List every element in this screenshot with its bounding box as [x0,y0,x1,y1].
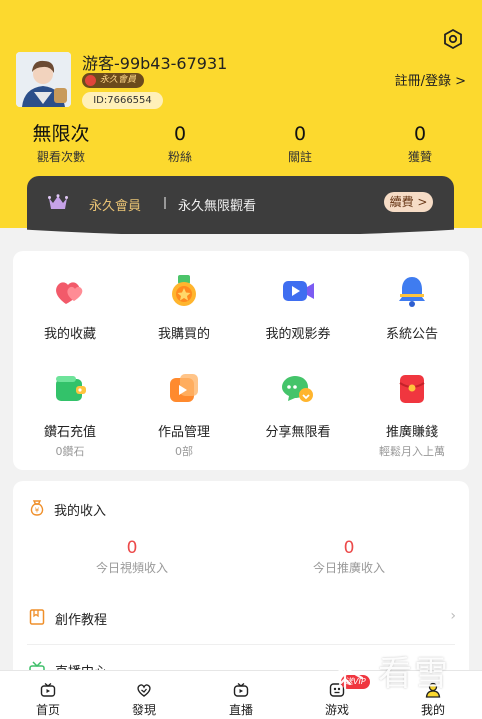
crown-icon [48,194,68,209]
stat-value: 0 [413,123,427,145]
stat-value: 0 [293,123,307,145]
stat-fans[interactable]: 0 粉絲 [125,122,235,165]
user-id-badge: ID:7666554 [82,92,163,109]
header-curve [0,228,482,238]
income-title: 我的收入 [54,504,107,519]
vip-badge-icon [85,75,96,86]
stat-value: 無限次 [32,123,90,145]
grid-item-share[interactable]: 分享無限看 [241,371,355,440]
tab-label: 首页 [35,703,60,717]
tab-label: 游戏 [324,703,349,717]
grid-item-sub: 0鑽石 [55,445,85,458]
video-income-label: 今日視頻收入 [95,561,168,575]
chat-share-icon [282,376,313,402]
grid-item-label: 我的收藏 [43,327,96,342]
grid-item-label: 我的观影券 [265,327,331,342]
promo-income-value: 0 [343,538,355,558]
grid-item-label: 鑽石充值 [43,425,96,440]
tab-label: 直播 [228,703,253,717]
red-envelope-icon [399,375,425,403]
video-folder-icon [170,374,198,402]
chevron-right-icon: › [450,608,456,624]
live-icon [233,682,249,697]
grid-item-sub: 0部 [175,445,193,458]
row-label: 創作教程 [55,613,108,628]
grid-item-promote[interactable]: 推廣賺錢 輕鬆月入上萬 [355,371,469,459]
wallet-icon [56,376,86,401]
feature-grid-card: 我的收藏 我購買的 我的观影券 系統公告 鑽石充值 0鑽石 作品管理 0部 分享… [13,251,469,470]
tab-label: 我的 [420,703,445,717]
home-tv-icon [40,682,56,697]
watermark-text: 看雪 [378,654,450,694]
grid-item-label: 系統公告 [385,327,438,342]
money-bag-icon: ¥ [30,500,44,516]
vip-badge: 永久會員 [82,73,144,88]
grid-item-tickets[interactable]: 我的观影券 [241,273,355,342]
stat-label: 獲贊 [407,150,432,164]
vip-description: 永久無限觀看 [178,199,257,214]
register-login-link[interactable]: 註冊/登錄 > [395,70,466,89]
renew-button[interactable]: 續費 > [384,192,433,212]
grid-item-announcements[interactable]: 系統公告 [355,273,469,342]
tab-label: 發現 [131,703,156,717]
grid-item-label: 分享無限看 [265,425,331,440]
tab-discover[interactable]: 發現 [96,671,192,718]
grid-item-works[interactable]: 作品管理 0部 [127,371,241,459]
grid-item-purchased[interactable]: 我購買的 [127,273,241,342]
stat-likes[interactable]: 0 獲贊 [365,122,475,165]
vip-title: 永久會員 [89,199,142,214]
grid-item-label: 我購買的 [157,327,210,342]
grid-item-label: 作品管理 [157,425,210,440]
video-income-value: 0 [126,538,138,558]
hearts-icon [56,282,83,304]
svg-text:¥: ¥ [35,507,40,515]
stat-label: 觀看次數 [36,150,85,164]
tab-live[interactable]: 直播 [193,671,289,718]
row-tutorial[interactable]: 創作教程 › [13,596,469,640]
stat-value: 0 [173,123,187,145]
stat-views[interactable]: 無限次 觀看次數 [6,122,116,165]
bell-icon [399,277,425,307]
stat-label: 關註 [287,150,312,164]
vip-divider [164,197,166,209]
grid-item-recharge[interactable]: 鑽石充值 0鑽石 [13,371,127,459]
video-ticket-icon [283,281,314,301]
book-icon [29,609,45,625]
grid-item-favorites[interactable]: 我的收藏 [13,273,127,342]
tab-home[interactable]: 首页 [0,671,96,718]
settings-hex-icon[interactable] [441,27,465,51]
vip-badge-label: 永久會員 [100,75,137,85]
username: 游客-99b43-67931 [82,54,228,73]
promo-income-label: 今日推廣收入 [312,561,385,575]
grid-item-label: 推廣賺錢 [385,425,438,440]
stat-label: 粉絲 [167,150,192,164]
medal-icon [172,275,196,306]
grid-item-sub: 輕鬆月入上萬 [379,445,445,458]
avatar[interactable] [16,52,71,107]
stat-following[interactable]: 0 關註 [245,122,355,165]
discover-icon [137,684,151,697]
